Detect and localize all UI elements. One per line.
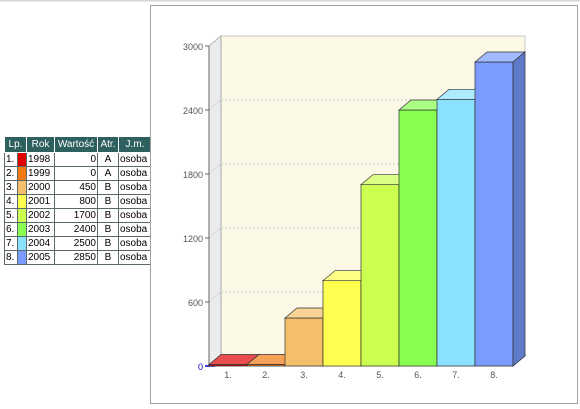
row-index: 3. <box>4 180 18 195</box>
y-tick-label: 3000 <box>183 42 203 52</box>
y-tick-label: 600 <box>188 298 203 308</box>
bar-front <box>322 280 362 367</box>
table-row: 8. 2005 2850 Bosoba <box>4 250 152 265</box>
table-row: 6. 2003 2400 Bosoba <box>4 222 152 237</box>
row-attribute: A <box>97 152 119 167</box>
row-value: 1700 <box>54 208 98 223</box>
y-tick-label: 2400 <box>183 106 203 116</box>
row-value: 2850 <box>54 250 98 265</box>
row-value: 2500 <box>54 236 98 251</box>
color-swatch <box>17 194 27 209</box>
row-index: 1. <box>4 152 18 167</box>
table-row: 7. 2004 2500 Bosoba <box>4 236 152 251</box>
row-year: 2004 <box>26 236 55 251</box>
row-year: 2002 <box>26 208 55 223</box>
header-wartosc: Wartość <box>54 136 98 153</box>
y-tick-label: 1200 <box>183 234 203 244</box>
color-swatch <box>17 222 27 237</box>
row-unit: osoba <box>118 152 152 167</box>
x-tick-label: 5. <box>376 370 384 380</box>
bar-chart: 0 600 1200 1800 2400 3000 1. 2. 3. 4. 5. 6. 7. 8. <box>183 34 527 380</box>
row-unit: osoba <box>118 180 152 195</box>
bar-front <box>360 184 400 367</box>
y-tick-label: 1800 <box>183 170 203 180</box>
bar-side <box>512 51 526 367</box>
table-row: 3. 2000 450 Bosoba <box>4 180 152 195</box>
header-atr: Atr. <box>97 136 119 153</box>
top-border-shadow <box>0 1 580 2</box>
color-swatch <box>17 180 27 195</box>
x-tick-label: 2. <box>262 370 270 380</box>
row-index: 7. <box>4 236 18 251</box>
row-index: 8. <box>4 250 18 265</box>
row-index: 4. <box>4 194 18 209</box>
x-tick-label: 7. <box>452 370 460 380</box>
header-jm: J.m. <box>118 136 152 153</box>
table-row: 4. 2001 800 Bosoba <box>4 194 152 209</box>
color-swatch <box>17 250 27 265</box>
bar-front <box>436 98 476 367</box>
row-year: 2005 <box>26 250 55 265</box>
row-year: 2001 <box>26 194 55 209</box>
row-attribute: B <box>97 208 119 223</box>
row-attribute: A <box>97 166 119 181</box>
table-header-row: Lp. Rok Wartość Atr. J.m. <box>4 136 152 153</box>
table-row: 1. 1998 0 Aosoba <box>4 152 152 167</box>
bar-front <box>474 61 514 367</box>
row-unit: osoba <box>118 194 152 209</box>
color-swatch <box>17 236 27 251</box>
row-value: 800 <box>54 194 98 209</box>
x-tick-label: 6. <box>414 370 422 380</box>
row-unit: osoba <box>118 222 152 237</box>
row-unit: osoba <box>118 166 152 181</box>
color-swatch <box>17 208 27 223</box>
row-value: 450 <box>54 180 98 195</box>
row-year: 1998 <box>26 152 55 167</box>
bar-front <box>398 109 438 367</box>
color-swatch <box>17 152 27 167</box>
row-attribute: B <box>97 250 119 265</box>
row-unit: osoba <box>118 250 152 265</box>
bar-front <box>284 317 324 367</box>
table-row: 5. 2002 1700 Bosoba <box>4 208 152 223</box>
row-year: 2003 <box>26 222 55 237</box>
color-swatch <box>17 166 27 181</box>
row-year: 1999 <box>26 166 55 181</box>
row-unit: osoba <box>118 208 152 223</box>
row-attribute: B <box>97 236 119 251</box>
table-row: 2. 1999 0 Aosoba <box>4 166 152 181</box>
row-year: 2000 <box>26 180 55 195</box>
data-table-container: Lp. Rok Wartość Atr. J.m. 1. 1998 0 Aosoba 2… <box>4 136 152 265</box>
x-tick-label: 4. <box>338 370 346 380</box>
row-index: 2. <box>4 166 18 181</box>
row-attribute: B <box>97 222 119 237</box>
x-tick-label: 1. <box>224 370 232 380</box>
row-unit: osoba <box>118 236 152 251</box>
data-table: Lp. Rok Wartość Atr. J.m. 1. 1998 0 Aosoba 2… <box>4 136 152 265</box>
x-tick-label: 8. <box>490 370 498 380</box>
row-index: 6. <box>4 222 18 237</box>
row-attribute: B <box>97 180 119 195</box>
row-attribute: B <box>97 194 119 209</box>
header-lp: Lp. <box>4 136 27 153</box>
y-tick-label: 0 <box>198 362 203 372</box>
header-rok: Rok <box>26 136 55 153</box>
row-value: 0 <box>54 166 98 181</box>
left-wall <box>208 34 222 368</box>
row-value: 0 <box>54 152 98 167</box>
x-tick-label: 3. <box>300 370 308 380</box>
row-value: 2400 <box>54 222 98 237</box>
chart-panel: 0 600 1200 1800 2400 3000 1. 2. 3. 4. 5. 6. 7. 8. <box>150 5 578 404</box>
row-index: 5. <box>4 208 18 223</box>
